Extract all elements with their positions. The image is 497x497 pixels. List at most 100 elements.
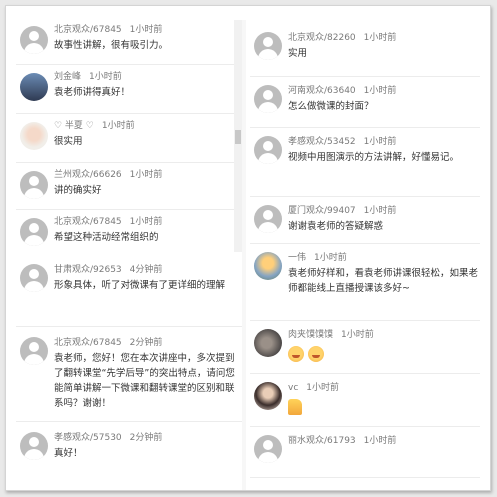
comment-meta: 孝感观众/57530 2分钟前 xyxy=(54,430,162,443)
comment-time: 1小时前 xyxy=(89,72,122,82)
comment-item: 一伟 1小时前袁老师好样和，看袁老师讲课很轻松，如果老师都能线上直播授课该多好~ xyxy=(250,244,480,321)
comment-meta: 北京观众/67845 1小时前 xyxy=(54,22,162,35)
comment-meta: 北京观众/82260 1小时前 xyxy=(288,30,396,43)
screenshot-frame: 北京观众/67845 1小时前 故事性讲解，很有吸引力。 刘金峰 1小时前 袁老师讲得真好… xyxy=(5,5,491,491)
avatar[interactable] xyxy=(20,122,48,150)
comment-username[interactable]: 北京观众/82260 xyxy=(288,33,356,43)
comment-item: 刘金峰 1小时前袁老师讲得真好！ xyxy=(16,65,234,114)
comment-time: 2分钟前 xyxy=(129,338,163,348)
comment-list-left-bottom[interactable]: 甘肃观众/92653 4分钟前形象具体，听了对微课有了更详细的理解 北京观众/678… xyxy=(16,254,242,490)
comment-text: 袁老师好样和，看袁老师讲课很轻松，如果老师都能线上直播授课该多好~ xyxy=(288,268,479,294)
comment-time: 4分钟前 xyxy=(129,265,163,275)
comment-time: 1小时前 xyxy=(363,86,397,96)
comment-username[interactable]: 肉夹馍馍馍 xyxy=(288,330,333,340)
comment-item: vc 1小时前 xyxy=(250,374,480,427)
comment-text: 视频中用图演示的方法讲解，好懂易记。 xyxy=(288,152,460,163)
comment-time: 1小时前 xyxy=(314,253,347,263)
comment-time: 1小时前 xyxy=(306,383,340,393)
comment-meta: 一伟 1小时前 xyxy=(288,250,347,263)
comment-text: 真好！ xyxy=(54,448,83,459)
comment-item: 兰州观众/66626 1小时前讲的确实好 xyxy=(16,163,234,210)
scrollbar-thumb[interactable] xyxy=(235,130,241,144)
comment-meta: 北京观众/67845 2分钟前 xyxy=(54,335,162,348)
comment-text: 谢谢袁老师的答疑解惑 xyxy=(288,221,384,232)
comment-item: 孝感观众/53452 1小时前视频中用图演示的方法讲解，好懂易记。 xyxy=(250,128,480,197)
comment-time: 1小时前 xyxy=(363,137,397,147)
comment-username[interactable]: 刘金峰 xyxy=(54,72,81,82)
comment-meta: 刘金峰 1小时前 xyxy=(54,69,122,82)
comment-username[interactable]: 北京观众/67845 xyxy=(54,25,122,35)
comment-username[interactable]: 孝感观众/53452 xyxy=(288,137,356,147)
comment-text: 袁老师，您好！您在本次讲座中，多次提到了翻转课堂“先学后导”的突出特点，请问您能… xyxy=(54,353,235,409)
avatar[interactable] xyxy=(20,218,48,246)
comment-username[interactable]: 甘肃观众/92653 xyxy=(54,265,122,275)
comment-item: ♡ 半夏 ♡ 1小时前很实用 xyxy=(16,114,234,163)
comment-item: 北京观众/67845 1小时前故事性讲解，很有吸引力。 xyxy=(16,18,234,65)
comment-text: 故事性讲解，很有吸引力。 xyxy=(54,40,169,51)
comment-list-right[interactable]: 北京观众/82260 1小时前 实用 河南观众/63640 1小时前 怎么做微课的封面？孝… xyxy=(250,24,480,490)
comment-meta: 河南观众/63640 1小时前 xyxy=(288,83,396,96)
comment-time: 1小时前 xyxy=(363,206,397,216)
avatar[interactable] xyxy=(20,171,48,199)
comment-username[interactable]: vc xyxy=(288,383,298,393)
comment-text: 形象具体，听了对微课有了更详细的理解 xyxy=(54,280,226,291)
comment-text: 很实用 xyxy=(54,136,83,147)
comment-time: 1小时前 xyxy=(129,170,163,180)
comment-time: 1小时前 xyxy=(129,217,163,227)
comment-meta: 甘肃观众/92653 4分钟前 xyxy=(54,262,162,275)
comment-username[interactable]: 河南观众/63640 xyxy=(288,86,356,96)
avatar[interactable] xyxy=(254,32,282,60)
comment-meta: 兰州观众/66626 1小时前 xyxy=(54,167,162,180)
comment-time: 1小时前 xyxy=(101,121,135,131)
avatar[interactable] xyxy=(20,432,48,460)
smile-emoji xyxy=(308,345,324,362)
emoji-row xyxy=(288,396,302,415)
comment-username[interactable]: 北京观众/67845 xyxy=(54,217,122,227)
comment-meta: 孝感观众/53452 1小时前 xyxy=(288,134,396,147)
comment-item: 肉夹馍馍馍 1小时前 xyxy=(250,321,480,374)
avatar[interactable] xyxy=(254,382,282,410)
comment-time: 1小时前 xyxy=(129,25,163,35)
avatar[interactable] xyxy=(254,329,282,357)
comment-text: 实用 xyxy=(288,48,308,59)
comment-meta: vc 1小时前 xyxy=(288,380,339,393)
comment-meta: 丽水观众/61793 1小时前 xyxy=(288,433,396,446)
avatar[interactable] xyxy=(254,252,282,280)
avatar[interactable] xyxy=(254,136,282,164)
comment-item: 丽水观众/61793 1小时前 xyxy=(250,427,480,478)
comment-username[interactable]: 孝感观众/57530 xyxy=(54,433,122,443)
comment-item: 甘肃观众/92653 4分钟前形象具体，听了对微课有了更详细的理解 xyxy=(16,254,242,327)
comment-username[interactable]: 一伟 xyxy=(288,253,306,263)
emoji-row xyxy=(288,343,328,362)
avatar[interactable] xyxy=(254,205,282,233)
comment-meta: 厦门观众/99407 1小时前 xyxy=(288,203,396,216)
comment-item: 河南观众/63640 1小时前怎么做微课的封面？ xyxy=(250,77,480,128)
comment-meta: 肉夹馍馍馍 1小时前 xyxy=(288,327,374,340)
comment-text: 讲的确实好 xyxy=(54,185,102,196)
comment-meta: ♡ 半夏 ♡ 1小时前 xyxy=(54,118,135,131)
comment-time: 1小时前 xyxy=(363,436,397,446)
divider xyxy=(242,20,246,490)
comment-text: 希望这种活动经常组织的 xyxy=(54,232,159,243)
comment-text: 袁老师讲得真好！ xyxy=(54,87,131,98)
avatar[interactable] xyxy=(254,85,282,113)
comment-meta: 北京观众/67845 1小时前 xyxy=(54,214,162,227)
comment-username[interactable]: 北京观众/67845 xyxy=(54,338,122,348)
comment-username[interactable]: 丽水观众/61793 xyxy=(288,436,356,446)
comment-list-left-top[interactable]: 北京观众/67845 1小时前 故事性讲解，很有吸引力。 刘金峰 1小时前 袁老师讲得真好… xyxy=(16,18,234,250)
comment-username[interactable]: 厦门观众/99407 xyxy=(288,206,356,216)
smile-emoji xyxy=(288,345,304,362)
avatar[interactable] xyxy=(20,73,48,101)
avatar[interactable] xyxy=(20,337,48,365)
comment-item: 孝感观众/57530 2分钟前真好！ xyxy=(16,422,242,490)
avatar[interactable] xyxy=(254,435,282,463)
comment-text: 怎么做微课的封面？ xyxy=(288,101,374,112)
thumbs-up-emoji xyxy=(288,398,302,415)
avatar[interactable] xyxy=(20,26,48,54)
comment-username[interactable]: 兰州观众/66626 xyxy=(54,170,122,180)
comment-username[interactable]: ♡ 半夏 ♡ xyxy=(54,121,94,131)
comment-time: 2分钟前 xyxy=(129,433,163,443)
comment-item: 北京观众/82260 1小时前 实用 xyxy=(250,24,480,77)
avatar[interactable] xyxy=(20,264,48,292)
scrollbar[interactable] xyxy=(234,20,242,252)
